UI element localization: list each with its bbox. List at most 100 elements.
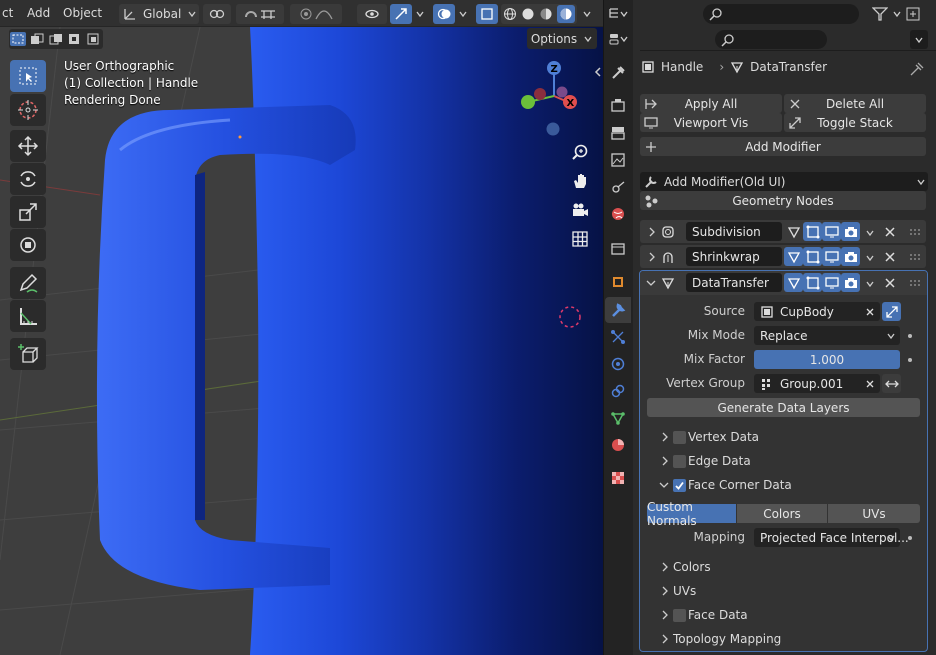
mapping-dropdown[interactable]: Projected Face Interpol...	[754, 528, 909, 547]
chevron-right-icon[interactable]	[647, 251, 657, 263]
apply-all-button[interactable]: Apply All	[640, 94, 782, 113]
select-intersect-icon[interactable]	[86, 32, 102, 46]
xray-toggle-button[interactable]	[476, 4, 498, 24]
tab-modifiers[interactable]	[605, 297, 631, 323]
transform-orientation-dropdown[interactable]: Global	[119, 4, 199, 24]
edit-mode-toggle[interactable]	[784, 222, 803, 241]
realtime-toggle[interactable]	[822, 247, 841, 266]
geometry-nodes-button[interactable]: Geometry Nodes	[640, 191, 926, 210]
tab-colors[interactable]: Colors	[737, 504, 827, 523]
properties-options-dropdown[interactable]	[910, 30, 928, 49]
properties-editor-type-button[interactable]	[605, 29, 631, 49]
keyframe-dot[interactable]	[908, 334, 912, 338]
tab-collection[interactable]	[605, 235, 631, 261]
select-extend-icon[interactable]	[29, 32, 45, 46]
chevron-down-icon[interactable]	[865, 253, 875, 263]
modifier-name-field[interactable]: Subdivision	[686, 222, 782, 241]
transform-tool[interactable]	[10, 229, 46, 261]
3d-viewport[interactable]: ct Add Object Global Options User Orthog…	[0, 0, 603, 655]
tab-custom-normals[interactable]: Custom Normals	[647, 500, 736, 528]
tab-texture[interactable]	[605, 465, 631, 491]
face-data-checkbox[interactable]	[673, 609, 686, 622]
rendered-shading-icon[interactable]	[557, 5, 575, 23]
add-modifier-old-dropdown[interactable]: Add Modifier(Old UI)	[640, 172, 928, 191]
selection-mode-group[interactable]	[9, 29, 103, 49]
chevron-left-icon[interactable]	[594, 66, 602, 78]
topology-mapping-label[interactable]: Topology Mapping	[673, 632, 781, 646]
drag-handle-icon[interactable]	[908, 251, 922, 263]
modifier-name-field[interactable]: DataTransfer	[686, 273, 782, 292]
invert-vertex-group-toggle[interactable]	[882, 374, 901, 393]
vertex-group-field[interactable]: Group.001	[754, 374, 880, 393]
render-toggle[interactable]	[841, 222, 860, 241]
zoom-button[interactable]	[569, 141, 591, 163]
tab-view-layer[interactable]	[605, 147, 631, 173]
chevron-right-icon[interactable]	[660, 585, 670, 597]
menu-object[interactable]: Object	[63, 6, 102, 20]
on-cage-toggle[interactable]	[803, 222, 822, 241]
tab-scene[interactable]	[605, 174, 631, 200]
select-box-tool[interactable]	[10, 60, 46, 92]
rotate-tool[interactable]	[10, 163, 46, 195]
mix-factor-slider[interactable]: 1.000	[754, 350, 900, 369]
shading-mode-group[interactable]	[501, 4, 577, 24]
object-transform-toggle[interactable]	[882, 302, 901, 321]
chevron-down-icon[interactable]	[415, 9, 425, 19]
outliner-search-input[interactable]	[703, 4, 859, 24]
measure-tool[interactable]	[10, 300, 46, 332]
properties-search-input[interactable]	[715, 30, 827, 49]
solid-shading-icon[interactable]	[521, 7, 535, 21]
tab-constraints[interactable]	[605, 378, 631, 404]
render-toggle[interactable]	[841, 247, 860, 266]
uvs-subpanel-label[interactable]: UVs	[673, 584, 696, 598]
annotate-tool[interactable]	[10, 267, 46, 299]
render-toggle[interactable]	[841, 273, 860, 292]
source-object-field[interactable]: CupBody	[754, 302, 880, 321]
proportional-edit-button[interactable]	[290, 4, 342, 24]
toggle-stack-button[interactable]: Toggle Stack	[784, 113, 926, 132]
ortho-toggle-button[interactable]	[569, 228, 591, 250]
gizmo-toggle-button[interactable]	[390, 4, 412, 24]
navigation-gizmo[interactable]: Z X	[512, 58, 592, 138]
camera-view-button[interactable]	[569, 199, 591, 221]
chevron-right-icon[interactable]	[660, 455, 670, 467]
on-cage-toggle[interactable]	[803, 247, 822, 266]
tab-data[interactable]	[605, 405, 631, 431]
pivot-point-button[interactable]	[203, 4, 231, 24]
new-collection-icon[interactable]	[906, 7, 920, 21]
modifier-name-field[interactable]: Shrinkwrap	[686, 247, 782, 266]
chevron-right-icon[interactable]	[647, 226, 657, 238]
viewport-vis-button[interactable]: Viewport Vis	[640, 113, 782, 132]
keyframe-dot[interactable]	[908, 536, 912, 540]
select-invert-icon[interactable]	[67, 32, 83, 46]
tab-uvs[interactable]: UVs	[828, 504, 920, 523]
menu-select[interactable]: ct	[2, 6, 13, 20]
tab-output[interactable]	[605, 120, 631, 146]
chevron-down-icon[interactable]	[658, 479, 670, 491]
filter-dropdown[interactable]	[872, 4, 928, 24]
chevron-right-icon[interactable]	[660, 561, 670, 573]
wireframe-shading-icon[interactable]	[503, 7, 517, 21]
mix-mode-dropdown[interactable]: Replace	[754, 326, 900, 345]
chevron-right-icon[interactable]	[660, 633, 670, 645]
realtime-toggle[interactable]	[822, 222, 841, 241]
drag-handle-icon[interactable]	[908, 277, 922, 289]
scale-tool[interactable]	[10, 196, 46, 228]
close-icon[interactable]	[883, 276, 897, 290]
face-corner-data-checkbox[interactable]	[673, 479, 686, 492]
close-icon[interactable]	[864, 378, 876, 390]
chevron-down-icon[interactable]	[645, 277, 657, 289]
on-cage-toggle[interactable]	[803, 273, 822, 292]
drag-handle-icon[interactable]	[908, 226, 922, 238]
options-dropdown[interactable]: Options	[527, 28, 597, 49]
select-subtract-icon[interactable]	[48, 32, 64, 46]
close-icon[interactable]	[883, 225, 897, 239]
chevron-right-icon[interactable]	[660, 431, 670, 443]
chevron-right-icon[interactable]	[660, 609, 670, 621]
edit-mode-toggle[interactable]	[784, 273, 803, 292]
move-tool[interactable]	[10, 130, 46, 162]
tab-tool[interactable]	[605, 60, 631, 86]
add-modifier-button[interactable]: Add Modifier	[640, 137, 926, 156]
tab-particles[interactable]	[605, 324, 631, 350]
pin-icon[interactable]	[910, 62, 924, 76]
